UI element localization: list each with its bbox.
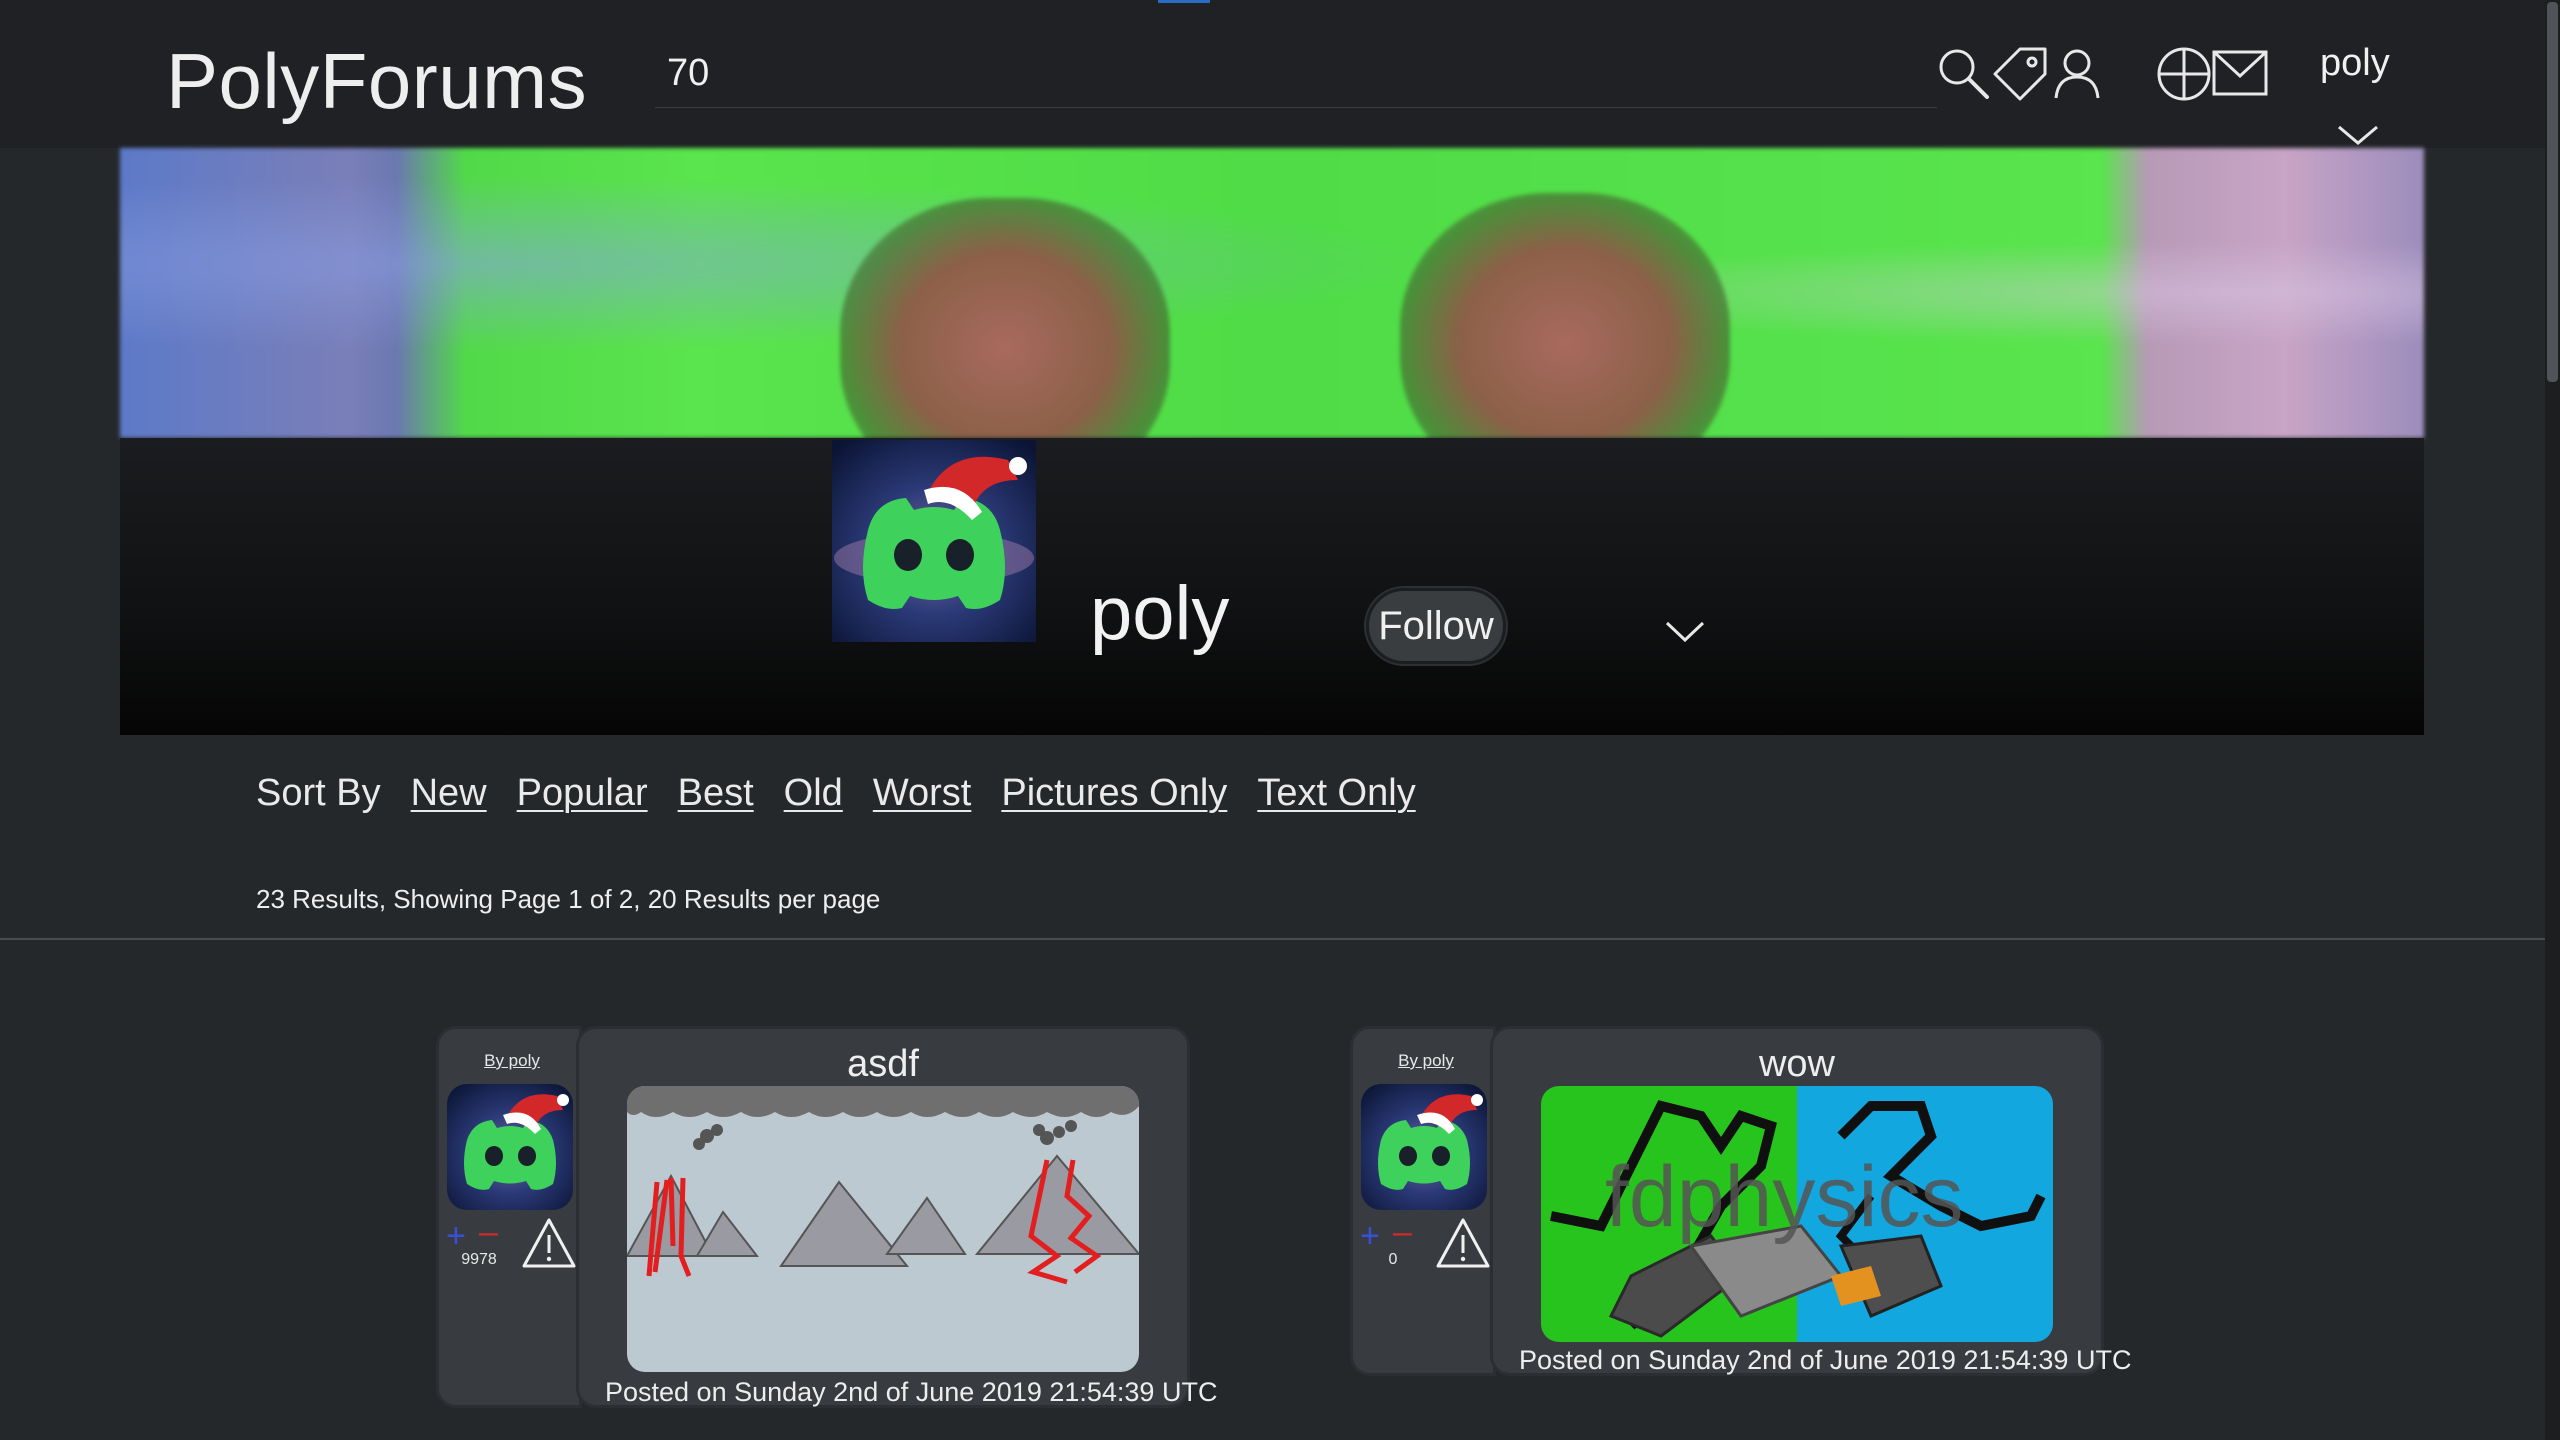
post-content[interactable]: wow fdphysics Posted on Sunday 2nd of Ju…: [1490, 1026, 2131, 1376]
post-card: By poly + – 9978 asdf Posted on Sunday 2…: [436, 1026, 1217, 1408]
chevron-down-icon[interactable]: [1664, 620, 1706, 644]
sort-pictures-only-link[interactable]: Pictures Only: [1001, 772, 1227, 815]
mail-icon[interactable]: [2212, 50, 2268, 96]
page-load-indicator: [1158, 0, 1210, 3]
post-content[interactable]: asdf Posted on Sunday 2nd of June 2019 2…: [576, 1026, 1217, 1408]
post-date: Posted on Sunday 2nd of June 2019 21:54:…: [605, 1377, 1218, 1407]
sort-new-link[interactable]: New: [411, 772, 487, 815]
search-input[interactable]: [655, 40, 1937, 108]
user-icon[interactable]: [2050, 46, 2104, 100]
warning-icon[interactable]: [521, 1217, 577, 1269]
upvote-button[interactable]: +: [1360, 1219, 1380, 1253]
sort-popular-link[interactable]: Popular: [517, 772, 648, 815]
downvote-button[interactable]: –: [479, 1215, 498, 1249]
post-title[interactable]: wow: [1493, 1043, 2101, 1086]
search-icon[interactable]: [1936, 46, 1990, 100]
sort-best-link[interactable]: Best: [678, 772, 754, 815]
post-author-avatar[interactable]: [1361, 1084, 1487, 1210]
sort-text-only-link[interactable]: Text Only: [1257, 772, 1415, 815]
post-title[interactable]: asdf: [579, 1043, 1187, 1086]
follow-button[interactable]: Follow: [1366, 588, 1506, 664]
post-author-link[interactable]: By poly: [439, 1051, 585, 1071]
post-image-overlay-text: fdphysics: [1605, 1149, 1964, 1245]
top-navigation-bar: PolyForums poly: [0, 0, 2545, 148]
sort-old-link[interactable]: Old: [784, 772, 843, 815]
profile-avatar: [832, 440, 1036, 642]
downvote-button[interactable]: –: [1393, 1215, 1412, 1249]
sort-bar: Sort By New Popular Best Old Worst Pictu…: [256, 772, 1416, 815]
scrollbar-thumb[interactable]: [2547, 2, 2558, 382]
upvote-button[interactable]: +: [446, 1219, 466, 1253]
sort-worst-link[interactable]: Worst: [873, 772, 972, 815]
account-username[interactable]: poly: [2320, 42, 2390, 85]
divider: [0, 938, 2545, 940]
post-card: By poly + – 0 wow fdphysics Posted on Su…: [1350, 1026, 2131, 1376]
post-author-link[interactable]: By poly: [1353, 1051, 1499, 1071]
post-author-panel: By poly + – 9978: [436, 1026, 582, 1408]
add-post-icon[interactable]: [2156, 46, 2212, 102]
post-image[interactable]: [627, 1086, 1139, 1372]
warning-icon[interactable]: [1435, 1217, 1491, 1269]
profile-banner: [120, 148, 2424, 438]
post-author-avatar[interactable]: [447, 1084, 573, 1210]
post-date: Posted on Sunday 2nd of June 2019 21:54:…: [1519, 1345, 2132, 1375]
post-score: 9978: [461, 1251, 497, 1268]
results-summary: 23 Results, Showing Page 1 of 2, 20 Resu…: [256, 884, 881, 914]
profile-username: poly: [1090, 571, 1230, 656]
post-score: 0: [1388, 1251, 1398, 1268]
post-image[interactable]: fdphysics: [1541, 1086, 2053, 1342]
profile-header: [120, 438, 2424, 735]
site-logo[interactable]: PolyForums: [166, 36, 587, 127]
sort-label: Sort By: [256, 772, 381, 814]
tag-icon[interactable]: [1992, 46, 2048, 102]
chevron-down-icon[interactable]: [2336, 124, 2380, 146]
post-author-panel: By poly + – 0: [1350, 1026, 1496, 1376]
